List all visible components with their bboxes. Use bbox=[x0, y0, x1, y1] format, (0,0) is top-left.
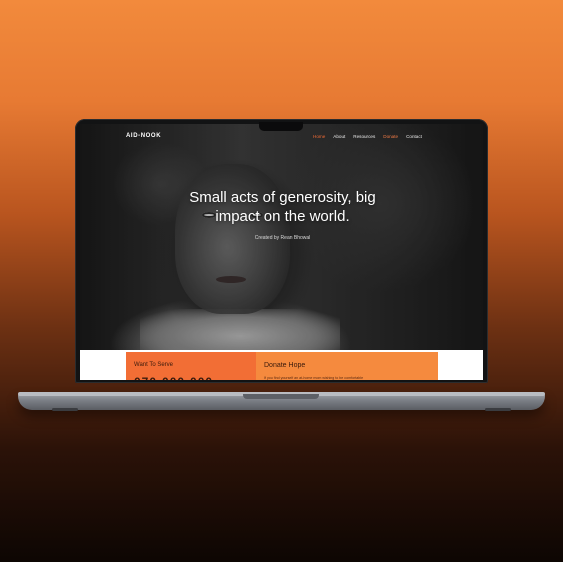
nav-donate[interactable]: Donate bbox=[383, 134, 398, 139]
main-nav: Home About Resources Donate Contact bbox=[313, 134, 422, 139]
hero-credit: Created by Rean Bhowal bbox=[254, 235, 311, 241]
nav-resources[interactable]: Resources bbox=[353, 134, 375, 139]
serve-card-number[interactable]: 070-000-000 bbox=[134, 375, 213, 380]
donate-card: Donate Hope If you find yourself an at-h… bbox=[256, 352, 438, 380]
hero-headline: Small acts of generosity, big impact on … bbox=[180, 188, 385, 226]
site-logo[interactable]: AID-NOOK bbox=[126, 133, 161, 139]
laptop-foot-right bbox=[485, 408, 511, 411]
hero-headline-line1: Small acts of generosity, big bbox=[189, 189, 376, 206]
hero-headline-line2: impact on the world. bbox=[215, 208, 350, 225]
laptop-foot-left bbox=[52, 408, 78, 411]
laptop-opening-notch bbox=[243, 394, 319, 399]
nav-contact[interactable]: Contact bbox=[406, 134, 422, 139]
nav-about[interactable]: About bbox=[333, 134, 345, 139]
donate-card-title: Donate Hope bbox=[264, 362, 306, 369]
nav-home[interactable]: Home bbox=[313, 134, 325, 139]
camera-notch bbox=[259, 122, 303, 131]
serve-card: Want To Serve 070-000-000 bbox=[126, 352, 256, 380]
serve-card-title: Want To Serve bbox=[134, 362, 174, 368]
laptop-screen: AID-NOOK Home About Resources Donate Con… bbox=[80, 124, 483, 380]
donate-card-text: If you find yourself an at-home mom wish… bbox=[264, 376, 364, 380]
